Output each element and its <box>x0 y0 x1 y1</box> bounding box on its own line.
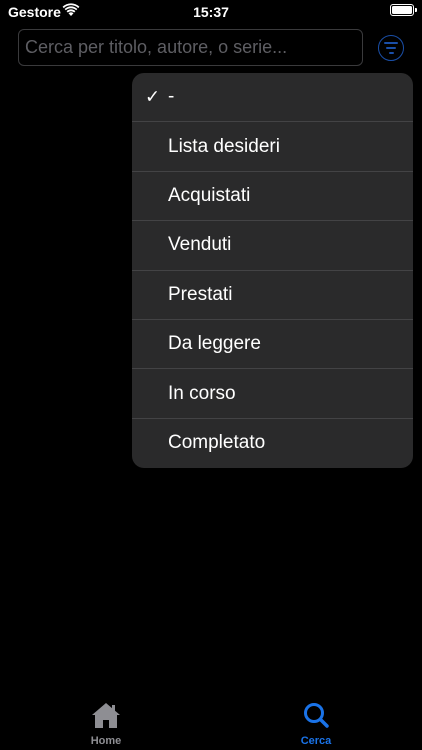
menu-item-completed[interactable]: Completato <box>132 419 413 468</box>
menu-item-label: - <box>168 86 175 108</box>
tab-home[interactable]: Home <box>46 690 166 750</box>
menu-item-label: Completato <box>168 432 266 454</box>
status-bar: Gestore 15:37 <box>0 0 422 24</box>
menu-item-lent[interactable]: Prestati <box>132 271 413 320</box>
filter-icon <box>384 42 398 45</box>
menu-item-label: Venduti <box>168 234 232 256</box>
filter-button[interactable] <box>378 35 404 61</box>
menu-item-label: Prestati <box>168 283 233 305</box>
magnifying-glass-icon <box>304 703 329 728</box>
menu-item-purchased[interactable]: Acquistati <box>132 172 413 222</box>
menu-item-sold[interactable]: Venduti <box>132 221 413 271</box>
checkmark-icon: ✓ <box>145 86 161 107</box>
tab-label: Cerca <box>300 735 332 747</box>
menu-item-label: Acquistati <box>168 184 251 206</box>
menu-item-in-progress[interactable]: In corso <box>132 369 413 419</box>
battery-icon <box>390 4 417 16</box>
menu-item-none[interactable]: ✓ - <box>132 73 413 123</box>
tab-label: Home <box>90 735 122 747</box>
menu-item-wishlist[interactable]: Lista desideri <box>132 122 413 172</box>
status-filter-menu: ✓ - Lista desideri Acquistati Venduti Pr… <box>132 73 413 468</box>
menu-item-label: Lista desideri <box>168 135 280 157</box>
clock: 15:37 <box>193 4 229 20</box>
menu-item-to-read[interactable]: Da leggere <box>132 320 413 370</box>
menu-item-label: In corso <box>168 382 236 404</box>
tab-bar: Home Cerca <box>0 690 422 750</box>
tab-search[interactable]: Cerca <box>256 690 376 750</box>
menu-item-label: Da leggere <box>168 333 261 355</box>
house-icon <box>92 703 120 728</box>
search-input[interactable] <box>18 29 363 66</box>
